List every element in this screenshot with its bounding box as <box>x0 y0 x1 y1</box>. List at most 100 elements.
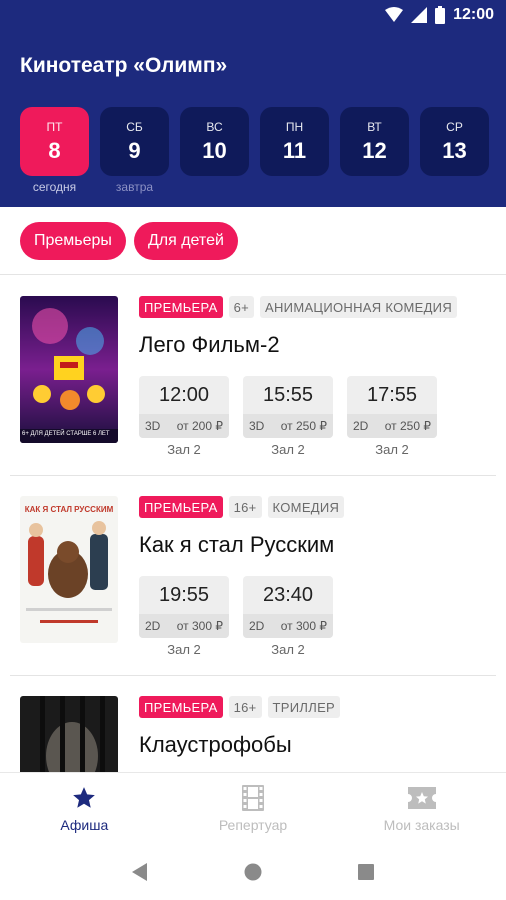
session-item[interactable]: 15:55 3D от 250 ₽ Зал 2 <box>243 376 333 457</box>
date-day: ПН <box>285 119 304 134</box>
movie-info: ПРЕМЬЕРА 16+ КОМЕДИЯ Как я стал Русским … <box>139 496 496 657</box>
date-card[interactable]: СР 13 <box>420 107 489 176</box>
session-time: 17:55 <box>366 383 418 406</box>
session-item[interactable]: 17:55 2D от 250 ₽ Зал 2 <box>347 376 437 457</box>
nav-label: Репертуар <box>218 817 288 833</box>
session-hall: Зал 2 <box>167 642 201 657</box>
date-card[interactable]: ВС 10 <box>180 107 249 176</box>
filter-chip-kids[interactable]: Для детей <box>133 221 238 260</box>
date-card[interactable]: ВТ 12 <box>340 107 409 176</box>
nav-label: Афиша <box>60 817 109 833</box>
home-icon[interactable] <box>244 863 262 881</box>
nav-item-orders[interactable]: Мои заказы <box>337 773 506 844</box>
session-price: от 200 ₽ <box>176 419 223 433</box>
back-icon[interactable] <box>132 863 148 881</box>
session-button[interactable]: 17:55 2D от 250 ₽ <box>347 376 437 438</box>
system-nav-bar <box>0 844 506 900</box>
movie-title[interactable]: Лего Фильм-2 <box>139 332 496 358</box>
session-time: 19:55 <box>158 583 210 606</box>
premiere-badge: ПРЕМЬЕРА <box>139 696 223 718</box>
session-list: 12:00 3D от 200 ₽ Зал 2 15:55 3D от 250 … <box>139 376 496 457</box>
session-meta: 3D от 200 ₽ <box>139 414 229 438</box>
poster-claustrophobes-image <box>20 696 118 772</box>
session-format: 2D <box>145 619 161 633</box>
filter-bar: Премьеры Для детей <box>0 207 506 275</box>
movie-item[interactable]: КАК Я СТАЛ РУССКИМ ПРЕМЬЕРА 16+ КОМЕДИЯ … <box>10 476 496 676</box>
age-badge: 6+ <box>228 296 255 318</box>
session-format: 3D <box>145 419 161 433</box>
age-badge: 16+ <box>228 696 262 718</box>
date-number: 9 <box>128 137 141 163</box>
nav-label: Мои заказы <box>383 817 460 833</box>
date-day: СР <box>446 119 463 134</box>
session-hall: Зал 2 <box>271 442 305 457</box>
movie-tags: ПРЕМЬЕРА 6+ АНИМАЦИОННАЯ КОМЕДИЯ <box>139 296 496 318</box>
date-day: ВТ <box>367 119 382 134</box>
session-hall: Зал 2 <box>375 442 409 457</box>
film-icon <box>242 785 264 811</box>
movie-list: 6+ ДЛЯ ДЕТЕЙ СТАРШЕ 6 ЛЕТ ПРЕМЬЕРА 6+ АН… <box>0 276 506 772</box>
date-caption: сегодня <box>32 180 77 194</box>
signal-icon <box>411 7 428 23</box>
date-item-sat[interactable]: СБ 9 завтра <box>100 107 169 195</box>
session-item[interactable]: 12:00 3D от 200 ₽ Зал 2 <box>139 376 229 457</box>
session-hall: Зал 2 <box>271 642 305 657</box>
date-number: 8 <box>48 137 61 163</box>
date-item-sun[interactable]: ВС 10 <box>180 107 249 195</box>
wifi-icon <box>385 7 404 22</box>
session-item[interactable]: 23:40 2D от 300 ₽ Зал 2 <box>243 576 333 657</box>
session-price: от 300 ₽ <box>176 619 223 633</box>
date-selector: ПТ 8 сегодня СБ 9 завтра ВС 10 ПН 11 ВТ … <box>20 107 489 195</box>
date-item-mon[interactable]: ПН 11 <box>260 107 329 195</box>
genre-badge: ТРИЛЛЕР <box>267 696 341 718</box>
session-button[interactable]: 12:00 3D от 200 ₽ <box>139 376 229 438</box>
movie-poster[interactable]: КАК Я СТАЛ РУССКИМ <box>20 496 118 643</box>
movie-tags: ПРЕМЬЕРА 16+ ТРИЛЛЕР <box>139 696 496 718</box>
session-price: от 250 ₽ <box>384 419 431 433</box>
date-day: ВС <box>206 119 223 134</box>
session-button[interactable]: 19:55 2D от 300 ₽ <box>139 576 229 638</box>
movie-poster[interactable]: 6+ ДЛЯ ДЕТЕЙ СТАРШЕ 6 ЛЕТ <box>20 296 118 443</box>
poster-lego-image <box>20 296 118 443</box>
status-bar: 12:00 <box>0 0 506 30</box>
nav-item-repertoire[interactable]: Репертуар <box>169 773 338 844</box>
nav-item-afisha[interactable]: Афиша <box>0 773 169 844</box>
session-time: 23:40 <box>262 583 314 606</box>
session-time: 15:55 <box>262 383 314 406</box>
session-meta: 2D от 300 ₽ <box>139 614 229 638</box>
genre-badge: КОМЕДИЯ <box>267 496 345 518</box>
recents-icon[interactable] <box>358 864 374 880</box>
page-title: Кинотеатр «Олимп» <box>20 54 228 77</box>
movie-title[interactable]: Как я стал Русским <box>139 532 496 558</box>
date-day: ПТ <box>46 119 63 134</box>
movie-item[interactable]: 6+ ДЛЯ ДЕТЕЙ СТАРШЕ 6 ЛЕТ ПРЕМЬЕРА 6+ АН… <box>10 276 496 476</box>
age-badge: 16+ <box>228 496 262 518</box>
date-item-tue[interactable]: ВТ 12 <box>340 107 409 195</box>
date-card[interactable]: ПТ 8 <box>20 107 89 176</box>
session-button[interactable]: 15:55 3D от 250 ₽ <box>243 376 333 438</box>
poster-caption: 6+ ДЛЯ ДЕТЕЙ СТАРШЕ 6 ЛЕТ <box>22 431 110 437</box>
bottom-nav: Афиша Репертуар Мои заказы <box>0 772 506 844</box>
poster-russian-image <box>20 496 118 643</box>
date-item-wed[interactable]: СР 13 <box>420 107 489 195</box>
session-button[interactable]: 23:40 2D от 300 ₽ <box>243 576 333 638</box>
date-item-fri[interactable]: ПТ 8 сегодня <box>20 107 89 195</box>
movie-poster[interactable] <box>20 696 118 772</box>
date-card[interactable]: ПН 11 <box>260 107 329 176</box>
session-item[interactable]: 19:55 2D от 300 ₽ Зал 2 <box>139 576 229 657</box>
status-time: 12:00 <box>453 6 494 23</box>
date-card[interactable]: СБ 9 <box>100 107 169 176</box>
date-number: 10 <box>202 137 227 163</box>
date-number: 12 <box>362 137 387 163</box>
movie-info: ПРЕМЬЕРА 16+ ТРИЛЛЕР Клаустрофобы <box>139 696 496 758</box>
date-number: 11 <box>282 137 307 163</box>
session-meta: 2D от 250 ₽ <box>347 414 437 438</box>
movie-title[interactable]: Клаустрофобы <box>139 732 496 758</box>
date-day: СБ <box>126 119 143 134</box>
session-meta: 3D от 250 ₽ <box>243 414 333 438</box>
filter-chip-premieres[interactable]: Премьеры <box>20 221 126 260</box>
movie-item[interactable]: ПРЕМЬЕРА 16+ ТРИЛЛЕР Клаустрофобы <box>10 676 496 772</box>
app-header: Кинотеатр «Олимп» ПТ 8 сегодня СБ 9 завт… <box>0 30 506 207</box>
session-time: 12:00 <box>158 383 210 406</box>
premiere-badge: ПРЕМЬЕРА <box>139 296 223 318</box>
